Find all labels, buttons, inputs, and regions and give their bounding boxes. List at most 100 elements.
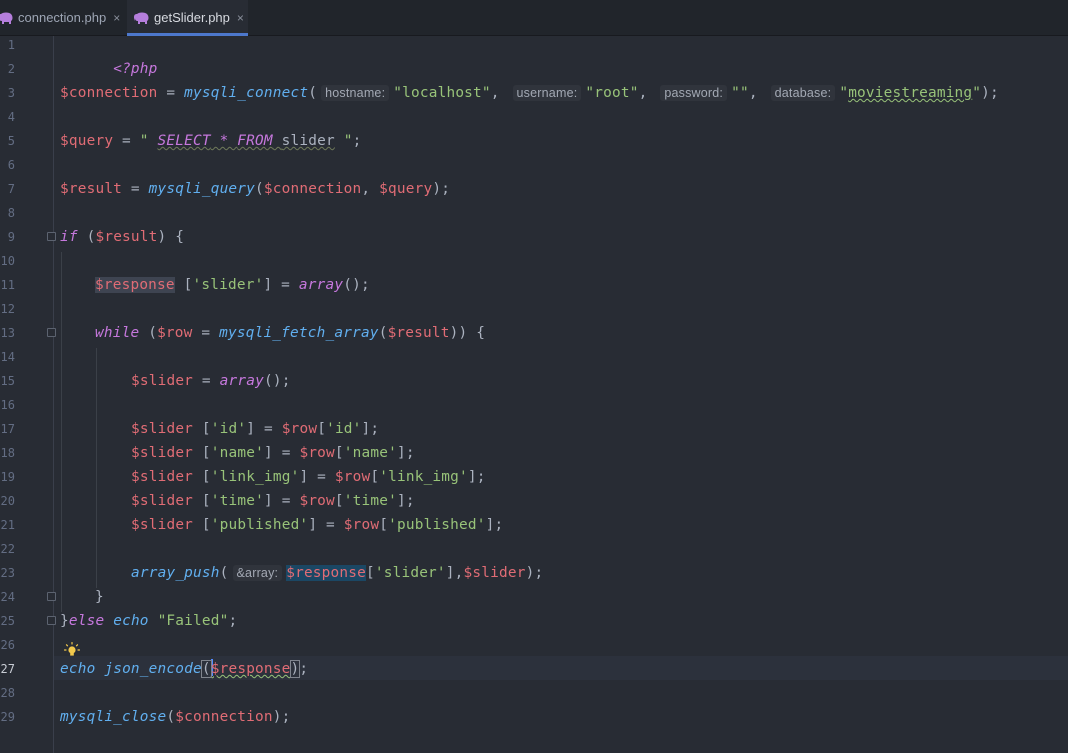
- close-icon[interactable]: ×: [113, 11, 120, 25]
- code-punctuation: [: [317, 421, 327, 437]
- fold-marker[interactable]: [47, 328, 56, 337]
- code-line[interactable]: $slider ['published'] = $row['published'…: [131, 513, 503, 537]
- code-punctuation: (: [255, 181, 264, 197]
- code-variable: $result: [387, 325, 450, 341]
- code-string: 'link_img': [210, 469, 300, 485]
- code-punctuation: ();: [343, 277, 370, 293]
- code-function: array: [219, 373, 264, 389]
- code-editor[interactable]: 1 2 3 4 5 6 7 8 9 10 11 12 13 14 15 16 1…: [0, 36, 1068, 753]
- line-number: 29: [0, 710, 15, 724]
- line-number: 22: [0, 542, 15, 556]
- parameter-hint: username:: [512, 85, 582, 101]
- code-line[interactable]: }: [95, 585, 104, 609]
- code-function: mysqli_query: [148, 181, 256, 197]
- code-line[interactable]: $query = " SELECT * FROM slider ";: [60, 129, 361, 153]
- code-line[interactable]: while ($row = mysqli_fetch_array($result…: [95, 321, 485, 345]
- code-string: 'time': [210, 493, 264, 509]
- code-line[interactable]: $slider = array();: [131, 369, 291, 393]
- code-line[interactable]: $slider ['id'] = $row['id'];: [131, 417, 379, 441]
- code-line[interactable]: array_push(&array: $response['slider'],$s…: [131, 561, 543, 585]
- code-variable: $response: [210, 661, 291, 677]
- code-variable: $slider: [131, 445, 194, 461]
- code-line[interactable]: $slider ['time'] = $row['time'];: [131, 489, 415, 513]
- code-function: array: [298, 277, 344, 293]
- code-punctuation: (: [308, 85, 318, 101]
- code-variable: $slider: [131, 373, 194, 389]
- code-punctuation: ] =: [246, 421, 282, 437]
- code-line[interactable]: $slider ['name'] = $row['name'];: [131, 441, 415, 465]
- line-number: 5: [7, 134, 15, 148]
- code-line-active[interactable]: echo json_encode($response);: [60, 657, 308, 681]
- line-number: 2: [7, 62, 15, 76]
- code-line[interactable]: $response ['slider'] = array();: [95, 273, 370, 297]
- line-number: 7: [7, 182, 15, 196]
- code-punctuation: ,: [748, 85, 758, 101]
- php-open-tag: <?php: [113, 61, 158, 77]
- code-variable: $connection: [60, 85, 158, 101]
- tab-label: getSlider.php: [154, 10, 230, 25]
- code-variable: $slider: [131, 421, 194, 437]
- code-punctuation: (: [378, 325, 388, 341]
- code-string: 'slider': [374, 565, 446, 581]
- code-variable: $connection: [175, 709, 273, 725]
- code-variable: $slider: [131, 517, 194, 533]
- code-string: 'published': [388, 517, 486, 533]
- code-punctuation: [: [193, 469, 211, 485]
- lightbulb-icon[interactable]: [64, 642, 80, 658]
- line-number-gutter[interactable]: 1 2 3 4 5 6 7 8 9 10 11 12 13 14 15 16 1…: [0, 36, 54, 753]
- sql-keyword: SELECT: [157, 133, 211, 149]
- line-number: 12: [0, 302, 15, 316]
- tab-getslider-php[interactable]: getSlider.php ×: [127, 0, 248, 36]
- code-brace: }: [95, 589, 104, 605]
- code-variable: $slider: [463, 565, 526, 581]
- code-line[interactable]: $slider ['link_img'] = $row['link_img'];: [131, 465, 486, 489]
- code-string: ": [839, 85, 849, 101]
- code-variable: $response: [95, 277, 175, 293]
- code-punctuation: ];: [396, 493, 415, 509]
- code-line[interactable]: if ($result) {: [60, 225, 184, 249]
- line-number: 17: [0, 422, 15, 436]
- code-punctuation: ;: [299, 661, 309, 677]
- fold-marker[interactable]: [47, 232, 56, 241]
- code-variable: $row: [343, 517, 380, 533]
- code-string: 'published': [210, 517, 309, 533]
- code-punctuation: [: [193, 445, 211, 461]
- tab-connection-php[interactable]: connection.php ×: [0, 0, 126, 35]
- code-punctuation: );: [272, 709, 291, 725]
- code-punctuation: ] =: [263, 445, 300, 461]
- code-line[interactable]: $connection = mysqli_connect(hostname: "l…: [60, 81, 999, 105]
- code-line[interactable]: $result = mysqli_query($connection, $que…: [60, 177, 450, 201]
- code-function: mysqli_connect: [184, 85, 309, 101]
- code-variable: $row: [281, 421, 318, 437]
- code-punctuation: ];: [467, 469, 486, 485]
- parameter-hint: password:: [660, 85, 728, 101]
- fold-marker[interactable]: [47, 592, 56, 601]
- code-punctuation: [: [193, 493, 211, 509]
- code-variable: $query: [379, 181, 433, 197]
- code-punctuation: [: [334, 445, 344, 461]
- code-line[interactable]: }else echo "Failed";: [60, 609, 237, 633]
- line-number: 13: [0, 326, 15, 340]
- line-number: 28: [0, 686, 15, 700]
- code-keyword: echo: [113, 613, 149, 629]
- code-variable: $row: [299, 493, 335, 509]
- sql-space: [273, 133, 282, 149]
- code-variable: $connection: [263, 181, 362, 197]
- code-punctuation: ,: [361, 181, 380, 197]
- matched-paren: (: [200, 660, 212, 678]
- code-punctuation: ] =: [299, 469, 335, 485]
- code-string: "": [731, 85, 749, 101]
- code-variable: $result: [95, 229, 158, 245]
- code-string: 'id': [326, 421, 362, 437]
- close-icon[interactable]: ×: [237, 11, 244, 25]
- sql-table: slider: [281, 133, 335, 149]
- code-punctuation: )) {: [449, 325, 486, 341]
- code-string: 'id': [210, 421, 247, 437]
- code-line[interactable]: mysqli_close($connection);: [60, 705, 291, 729]
- code-punctuation: );: [981, 85, 999, 101]
- fold-marker[interactable]: [47, 616, 56, 625]
- line-number: 24: [0, 590, 15, 604]
- code-punctuation: ;: [352, 133, 362, 149]
- code-line[interactable]: <?php: [60, 33, 158, 77]
